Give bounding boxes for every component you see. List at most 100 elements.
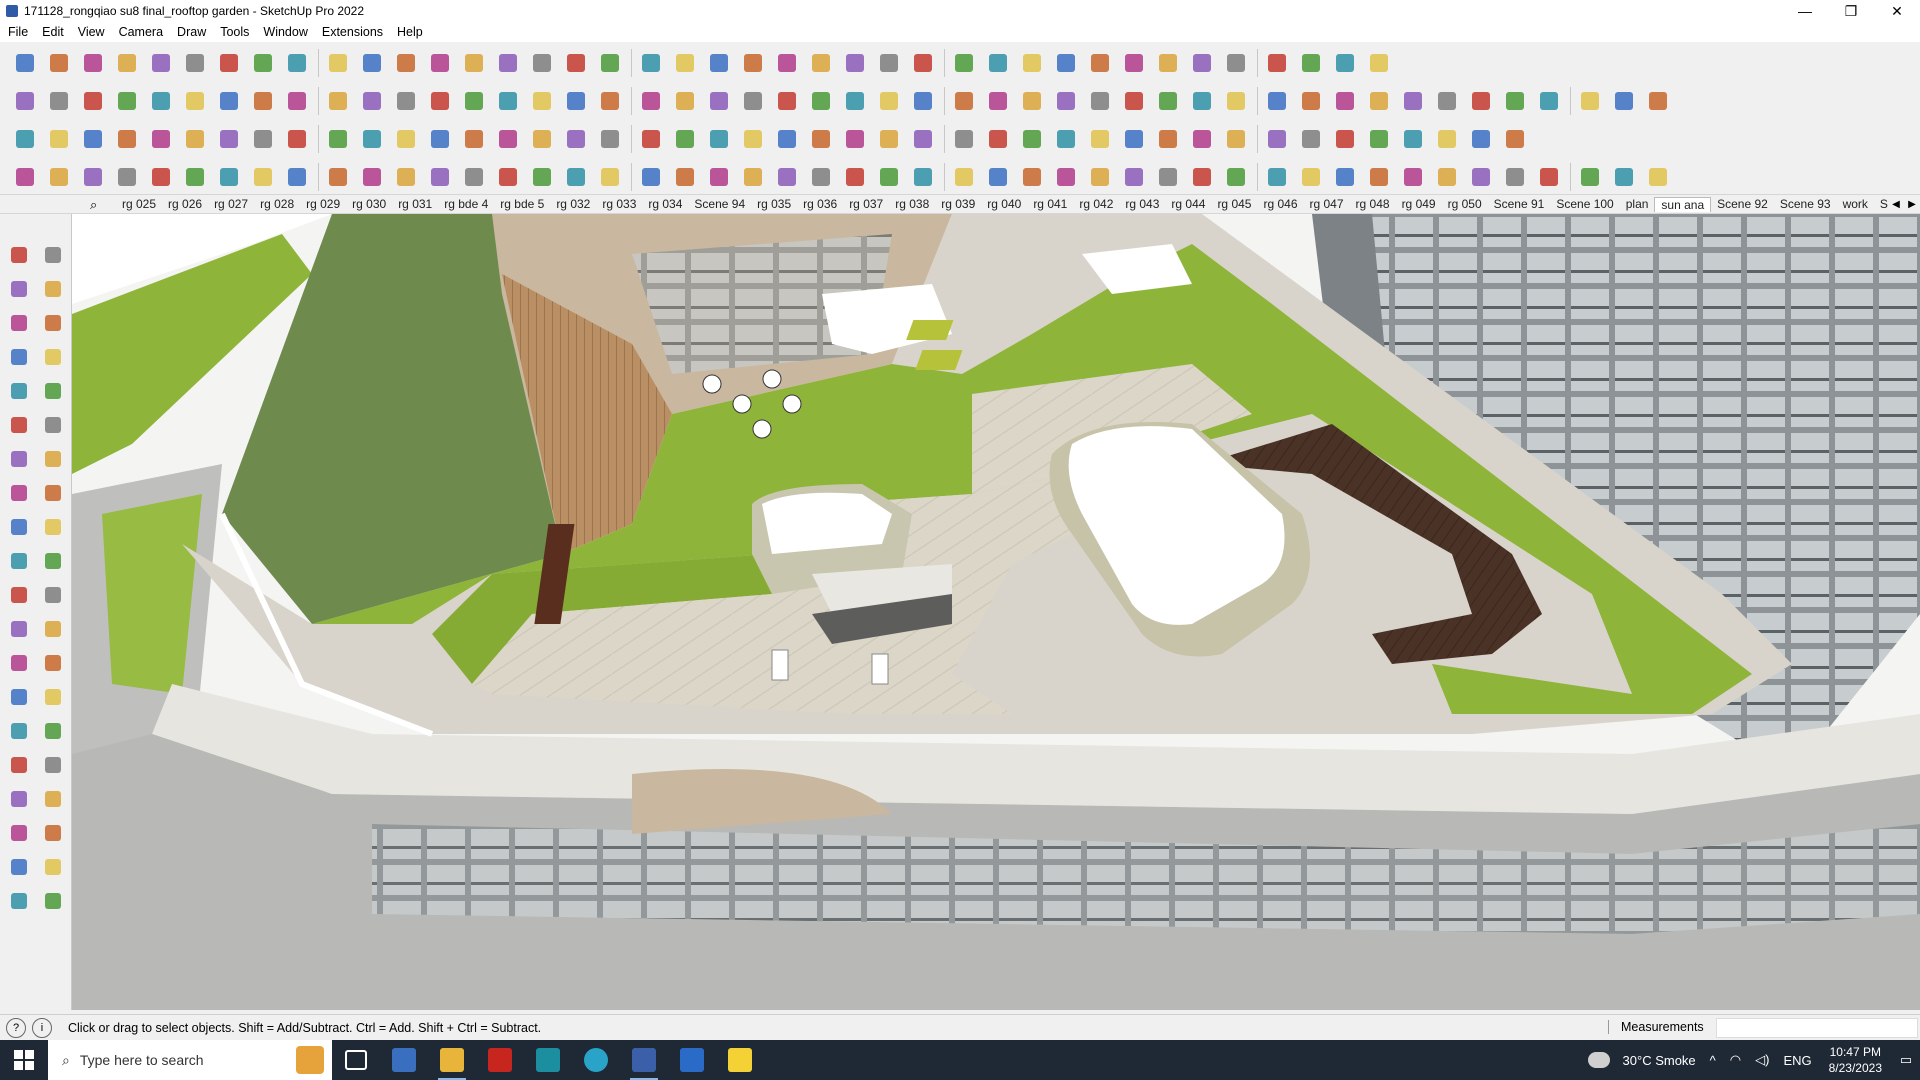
scene-tab[interactable]: Scene 92 xyxy=(1711,197,1774,212)
tool-button-icon[interactable] xyxy=(7,481,31,505)
scene-tab[interactable]: rg 050 xyxy=(1442,197,1488,212)
tool-button-icon[interactable] xyxy=(1502,164,1528,190)
scene-tab[interactable]: rg 025 xyxy=(116,197,162,212)
tool-button-icon[interactable] xyxy=(740,164,766,190)
tool-button-icon[interactable] xyxy=(284,88,310,114)
tool-button-icon[interactable] xyxy=(7,617,31,641)
tool-button-icon[interactable] xyxy=(41,617,65,641)
tool-button-icon[interactable] xyxy=(359,126,385,152)
tool-button-icon[interactable] xyxy=(1053,50,1079,76)
tool-button-icon[interactable] xyxy=(597,126,623,152)
tool-button-icon[interactable] xyxy=(985,88,1011,114)
tool-button-icon[interactable] xyxy=(1121,88,1147,114)
tool-button-icon[interactable] xyxy=(876,164,902,190)
tool-button-icon[interactable] xyxy=(495,164,521,190)
scene-tab[interactable]: rg 042 xyxy=(1073,197,1119,212)
menu-camera[interactable]: Camera xyxy=(119,25,163,39)
tool-button-icon[interactable] xyxy=(1577,164,1603,190)
tool-button-icon[interactable] xyxy=(597,164,623,190)
tool-button-icon[interactable] xyxy=(842,88,868,114)
tool-button-icon[interactable] xyxy=(638,164,664,190)
tool-button-icon[interactable] xyxy=(7,855,31,879)
scene-tab[interactable]: rg 047 xyxy=(1304,197,1350,212)
tool-button-icon[interactable] xyxy=(495,50,521,76)
taskbar-calculator[interactable] xyxy=(380,1040,428,1080)
tool-button-icon[interactable] xyxy=(7,889,31,913)
tool-button-icon[interactable] xyxy=(182,126,208,152)
tool-button-icon[interactable] xyxy=(808,88,834,114)
tool-button-icon[interactable] xyxy=(1434,164,1460,190)
tool-button-icon[interactable] xyxy=(148,164,174,190)
tool-button-icon[interactable] xyxy=(7,277,31,301)
tool-button-icon[interactable] xyxy=(1264,50,1290,76)
tool-button-icon[interactable] xyxy=(1400,126,1426,152)
tool-button-icon[interactable] xyxy=(148,126,174,152)
tool-button-icon[interactable] xyxy=(41,685,65,709)
scene-tab[interactable]: rg 030 xyxy=(346,197,392,212)
taskbar-edge[interactable] xyxy=(572,1040,620,1080)
scene-tab[interactable]: rg 029 xyxy=(300,197,346,212)
language-indicator[interactable]: ENG xyxy=(1783,1053,1811,1068)
info-icon[interactable]: i xyxy=(32,1017,52,1038)
tool-button-icon[interactable] xyxy=(563,88,589,114)
scene-tab[interactable]: rg 048 xyxy=(1350,197,1396,212)
tool-button-icon[interactable] xyxy=(1332,164,1358,190)
tool-button-icon[interactable] xyxy=(41,719,65,743)
tool-button-icon[interactable] xyxy=(1189,50,1215,76)
tool-button-icon[interactable] xyxy=(1366,126,1392,152)
tool-button-icon[interactable] xyxy=(1189,88,1215,114)
tool-button-icon[interactable] xyxy=(740,88,766,114)
tool-button-icon[interactable] xyxy=(951,164,977,190)
tool-button-icon[interactable] xyxy=(597,50,623,76)
tool-button-icon[interactable] xyxy=(284,164,310,190)
volume-icon[interactable]: ◁) xyxy=(1755,1052,1769,1068)
menu-help[interactable]: Help xyxy=(397,25,423,39)
tool-button-icon[interactable] xyxy=(1189,126,1215,152)
clock[interactable]: 10:47 PM 8/23/2023 xyxy=(1829,1044,1882,1076)
tool-button-icon[interactable] xyxy=(359,50,385,76)
tool-button-icon[interactable] xyxy=(250,50,276,76)
tool-button-icon[interactable] xyxy=(495,126,521,152)
tool-button-icon[interactable] xyxy=(1502,88,1528,114)
tool-button-icon[interactable] xyxy=(706,126,732,152)
tool-button-icon[interactable] xyxy=(672,126,698,152)
tool-button-icon[interactable] xyxy=(41,481,65,505)
tool-button-icon[interactable] xyxy=(1332,88,1358,114)
scene-tab[interactable]: rg 032 xyxy=(550,197,596,212)
tool-button-icon[interactable] xyxy=(1434,88,1460,114)
tool-button-icon[interactable] xyxy=(1121,126,1147,152)
tool-button-icon[interactable] xyxy=(41,753,65,777)
tool-button-icon[interactable] xyxy=(774,50,800,76)
tool-button-icon[interactable] xyxy=(12,164,38,190)
tool-button-icon[interactable] xyxy=(1468,164,1494,190)
tool-button-icon[interactable] xyxy=(393,50,419,76)
tool-button-icon[interactable] xyxy=(1223,164,1249,190)
tool-button-icon[interactable] xyxy=(7,753,31,777)
scene-tab[interactable]: rg 026 xyxy=(162,197,208,212)
tool-button-icon[interactable] xyxy=(7,787,31,811)
tool-button-icon[interactable] xyxy=(529,88,555,114)
tool-button-icon[interactable] xyxy=(7,821,31,845)
tool-button-icon[interactable] xyxy=(182,164,208,190)
tool-button-icon[interactable] xyxy=(7,345,31,369)
tool-button-icon[interactable] xyxy=(182,88,208,114)
scene-tab[interactable]: rg 040 xyxy=(981,197,1027,212)
tool-button-icon[interactable] xyxy=(114,126,140,152)
tool-button-icon[interactable] xyxy=(1155,126,1181,152)
tool-button-icon[interactable] xyxy=(774,126,800,152)
tool-button-icon[interactable] xyxy=(46,50,72,76)
tool-button-icon[interactable] xyxy=(216,50,242,76)
scene-search-icon[interactable]: ⌕ xyxy=(90,197,97,213)
tool-button-icon[interactable] xyxy=(1264,88,1290,114)
tool-button-icon[interactable] xyxy=(910,126,936,152)
tool-button-icon[interactable] xyxy=(1502,126,1528,152)
tool-button-icon[interactable] xyxy=(1298,88,1324,114)
tool-button-icon[interactable] xyxy=(740,50,766,76)
tool-button-icon[interactable] xyxy=(41,549,65,573)
tool-button-icon[interactable] xyxy=(706,88,732,114)
tool-button-icon[interactable] xyxy=(1645,88,1671,114)
scene-tab[interactable]: rg 031 xyxy=(392,197,438,212)
tool-button-icon[interactable] xyxy=(563,50,589,76)
scene-tab[interactable]: rg 036 xyxy=(797,197,843,212)
tool-button-icon[interactable] xyxy=(80,164,106,190)
